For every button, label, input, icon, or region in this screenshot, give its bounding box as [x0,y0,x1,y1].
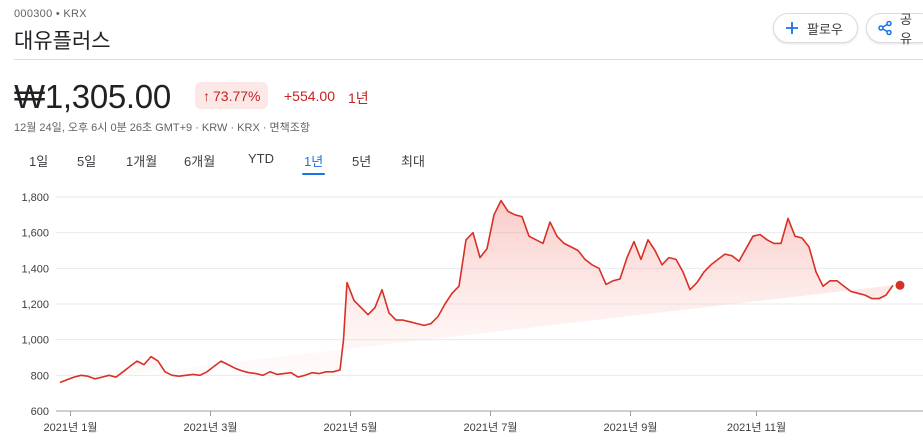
tab-max[interactable]: 최대 [401,151,425,177]
tab-5y[interactable]: 5년 [352,151,371,177]
x-tick-label: 2021년 3월 [184,421,238,434]
tab-5d[interactable]: 5일 [77,151,96,177]
price-area [60,200,893,383]
ticker-symbol: 000300 • KRX [14,8,87,20]
last-price-marker [895,280,905,290]
y-axis-labels: 600 800 1,000 1,200 1,400 1,600 1,800 [21,192,49,418]
x-tick-label: 2021년 5월 [324,421,378,434]
arrow-up-icon: ↑ [203,87,210,104]
y-tick-label: 800 [31,370,49,382]
x-tick-label: 2021년 9월 [604,421,658,434]
follow-label: 팔로우 [807,21,843,37]
share-label: 공유 [900,12,912,46]
y-tick-label: 1,600 [21,228,49,240]
tab-1d[interactable]: 1일 [29,151,48,177]
tab-1m[interactable]: 1개월 [126,151,157,177]
x-tick-label: 2021년 1월 [44,421,98,434]
y-tick-label: 1,000 [21,335,49,347]
price-chart[interactable]: 600 800 1,000 1,200 1,400 1,600 1,800 2021년 1월… [0,180,923,440]
tab-1y[interactable]: 1년 [301,151,326,177]
change-period: 1년 [348,90,369,106]
y-tick-label: 600 [31,406,49,418]
x-axis: 2021년 1월 2021년 3월 2021년 5월 2021년 7월 2021년 9월… [44,411,786,434]
plus-icon [784,20,800,36]
tab-6m[interactable]: 6개월 [184,151,215,177]
company-name: 대유플러스 [14,30,111,53]
y-tick-label: 1,200 [21,299,49,311]
current-price: ₩1,305.00 [14,78,171,115]
follow-button[interactable]: 팔로우 [773,13,858,43]
header-divider [14,59,923,60]
share-button[interactable]: 공유 [866,12,923,46]
quote-meta: 12월 24일, 오후 6시 0분 26초 GMT+9 · KRW · KRX … [14,122,311,134]
percent-change: 73.77% [213,87,261,104]
x-tick-label: 2021년 7월 [464,421,518,434]
tab-ytd[interactable]: YTD [248,151,274,177]
y-tick-label: 1,800 [21,192,49,204]
y-tick-label: 1,400 [21,263,49,275]
share-icon [877,20,893,36]
absolute-change: +554.00 [284,88,335,104]
percent-change-badge: ↑ 73.77% [195,82,269,109]
x-tick-label: 2021년 11월 [727,421,786,434]
